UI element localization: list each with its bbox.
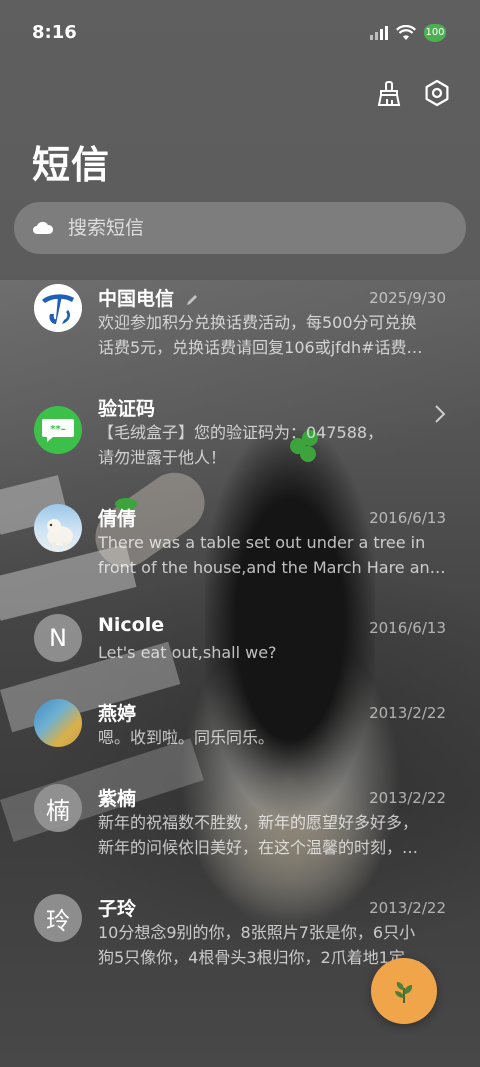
verification-code-icon: **– xyxy=(34,406,82,454)
pen-icon xyxy=(186,294,197,305)
signal-icon xyxy=(370,26,388,40)
conversation-row[interactable]: 中国电信 2025/9/30 欢迎参加积分兑换话费活动，每500分可兑换 话费5… xyxy=(0,268,480,372)
conversation-name: 燕婷 xyxy=(98,703,137,725)
conversation-date: 2013/2/22 xyxy=(369,899,446,917)
search-bar[interactable] xyxy=(14,202,466,254)
china-telecom-logo xyxy=(34,284,82,332)
conversation-date: 2013/2/22 xyxy=(369,789,446,807)
conversation-date: 2025/9/30 xyxy=(369,289,446,307)
avatar: N xyxy=(34,614,82,662)
polar-bear-photo xyxy=(34,504,82,552)
status-bar: 8:16 100 xyxy=(0,0,480,68)
search-input[interactable] xyxy=(66,216,430,240)
avatar: 楠 xyxy=(34,784,82,832)
status-time: 8:16 xyxy=(32,22,77,43)
conversation-preview: 【毛绒盒子】您的验证码为：047588， 请勿泄露于他人！ xyxy=(98,423,384,467)
settings-button[interactable] xyxy=(422,78,452,108)
conversation-preview: 新年的祝福数不胜数，新年的愿望好多好多， 新年的问候依旧美好，在这个温馨的时刻，… xyxy=(98,813,419,857)
conversation-name: 紫楠 xyxy=(98,788,137,810)
conversation-name: Nicole xyxy=(98,614,165,636)
page-title: 短信 xyxy=(32,143,111,187)
cloud-icon xyxy=(32,221,54,235)
conversation-row[interactable]: 楠 紫楠 2013/2/22 新年的祝福数不胜数，新年的愿望好多好多， 新年的问… xyxy=(0,768,480,872)
conversation-row[interactable]: N Nicole 2016/6/13 Let's eat out,shall w… xyxy=(0,598,480,678)
brush-icon xyxy=(377,81,401,106)
conversation-preview: Let's eat out,shall we? xyxy=(98,643,277,662)
conversation-name: 子玲 xyxy=(98,898,137,920)
conversation-name: 倩倩 xyxy=(98,508,137,530)
clean-brush-button[interactable] xyxy=(374,78,404,108)
settings-icon xyxy=(425,79,449,107)
conversation-preview: 欢迎参加积分兑换话费活动，每500分可兑换 话费5元，兑换话费请回复106或jf… xyxy=(98,313,423,357)
landscape-photo xyxy=(34,699,82,747)
battery-icon: 100 xyxy=(424,24,446,42)
conversation-preview: There was a table set out under a tree i… xyxy=(98,533,446,577)
conversation-name: 验证码 xyxy=(98,398,156,420)
conversation-row[interactable]: **– 验证码 【毛绒盒子】您的验证码为：047588， 请勿泄露于他人！ xyxy=(0,378,480,482)
conversation-date: 2013/2/22 xyxy=(369,704,446,722)
leaf-icon xyxy=(395,982,413,1003)
conversation-date: 2016/6/13 xyxy=(369,619,446,637)
conversation-name: 中国电信 xyxy=(98,284,199,311)
wifi-icon xyxy=(396,25,416,40)
conversation-preview: 嗯。收到啦。同乐同乐。 xyxy=(98,728,275,747)
svg-text:**–: **– xyxy=(50,424,65,435)
avatar: 玲 xyxy=(34,894,82,942)
new-message-button[interactable] xyxy=(371,958,437,1024)
conversation-row[interactable]: 倩倩 2016/6/13 There was a table set out u… xyxy=(0,488,480,592)
conversation-date: 2016/6/13 xyxy=(369,509,446,527)
conversation-row[interactable]: 燕婷 2013/2/22 嗯。收到啦。同乐同乐。 xyxy=(0,683,480,763)
